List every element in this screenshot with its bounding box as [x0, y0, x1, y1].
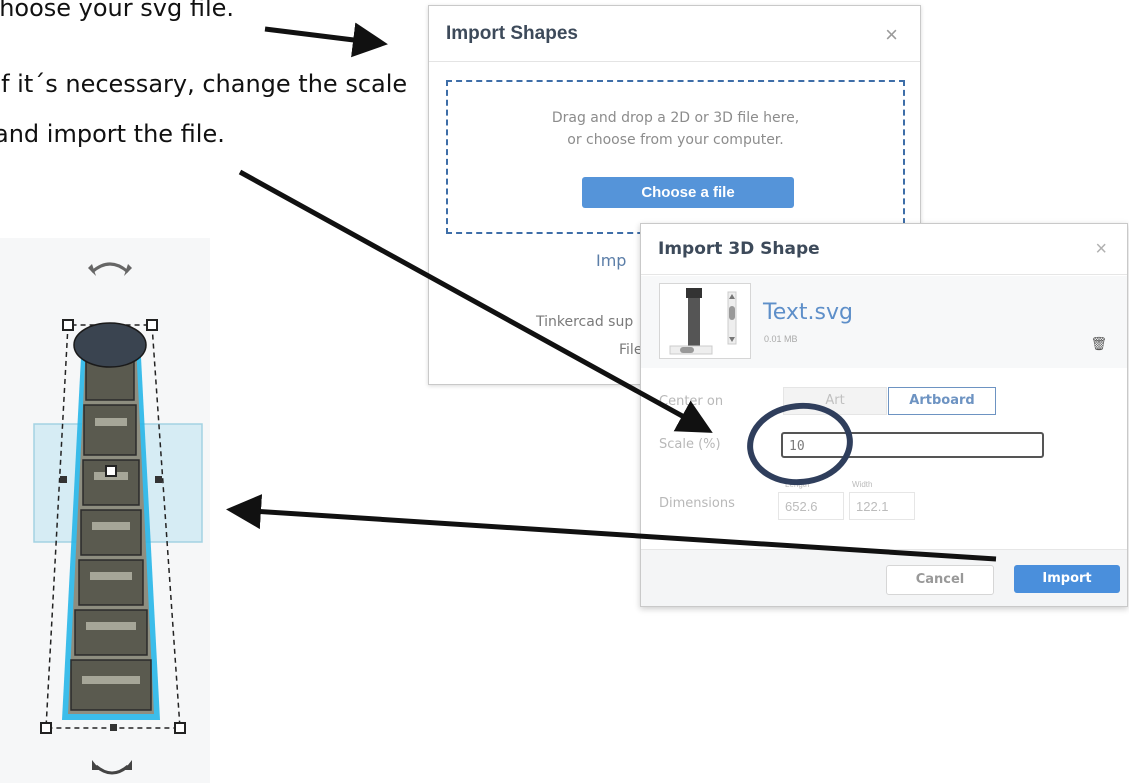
- rotate-arrow-icon-bottom[interactable]: [92, 760, 132, 775]
- choose-file-button[interactable]: Choose a file: [582, 177, 794, 208]
- arrow-to-import-dialog: [264, 22, 388, 58]
- width-caption: Width: [852, 480, 873, 489]
- scale-input[interactable]: 10: [781, 432, 1044, 458]
- dialog-footer: Cancel Import: [641, 549, 1127, 606]
- file-dropzone[interactable]: Drag and drop a 2D or 3D file here, or c…: [446, 80, 905, 234]
- workplane-region: [33, 423, 203, 543]
- close-icon[interactable]: ×: [885, 22, 898, 48]
- import-button[interactable]: Import: [1014, 565, 1120, 593]
- instruction-line-2: If it´s necessary, change the scale: [0, 70, 408, 98]
- length-caption: Length: [785, 480, 810, 489]
- center-on-label: Center on: [659, 394, 724, 409]
- import-shapes-header: Import Shapes ×: [429, 6, 920, 62]
- import-shapes-title: Import Shapes: [446, 23, 578, 44]
- file-size: 0.01 MB: [764, 334, 798, 344]
- dropzone-text-2: or choose from your computer.: [567, 132, 784, 148]
- center-artboard-option[interactable]: Artboard: [888, 387, 996, 415]
- instruction-line-1: choose your svg file.: [0, 0, 235, 22]
- file-name: Text.svg: [763, 300, 853, 325]
- support-text-partial: Tinkercad sup: [536, 314, 634, 330]
- trash-icon[interactable]: 🗑: [1090, 336, 1107, 352]
- dimensions-label: Dimensions: [659, 496, 735, 511]
- import-3d-header: Import 3D Shape ×: [641, 224, 1127, 275]
- cancel-button[interactable]: Cancel: [886, 565, 994, 595]
- close-icon[interactable]: ×: [1095, 238, 1107, 261]
- rotate-arrow-icon[interactable]: [88, 262, 132, 276]
- length-field[interactable]: 652.6: [778, 492, 844, 520]
- width-field[interactable]: 122.1: [849, 492, 915, 520]
- import-3d-shape-dialog: Import 3D Shape × Text.svg 0.01 MB 🗑 Cen…: [640, 223, 1128, 607]
- import-3d-title: Import 3D Shape: [658, 239, 820, 259]
- scale-label: Scale (%): [659, 437, 721, 452]
- import-link-partial[interactable]: Imp: [596, 251, 626, 270]
- instruction-line-3: and import the file.: [0, 120, 225, 148]
- dropzone-text-1: Drag and drop a 2D or 3D file here,: [551, 110, 800, 126]
- file-thumbnail: [659, 283, 751, 359]
- center-art-option[interactable]: Art: [783, 387, 887, 415]
- file-row: Text.svg 0.01 MB 🗑: [641, 276, 1127, 368]
